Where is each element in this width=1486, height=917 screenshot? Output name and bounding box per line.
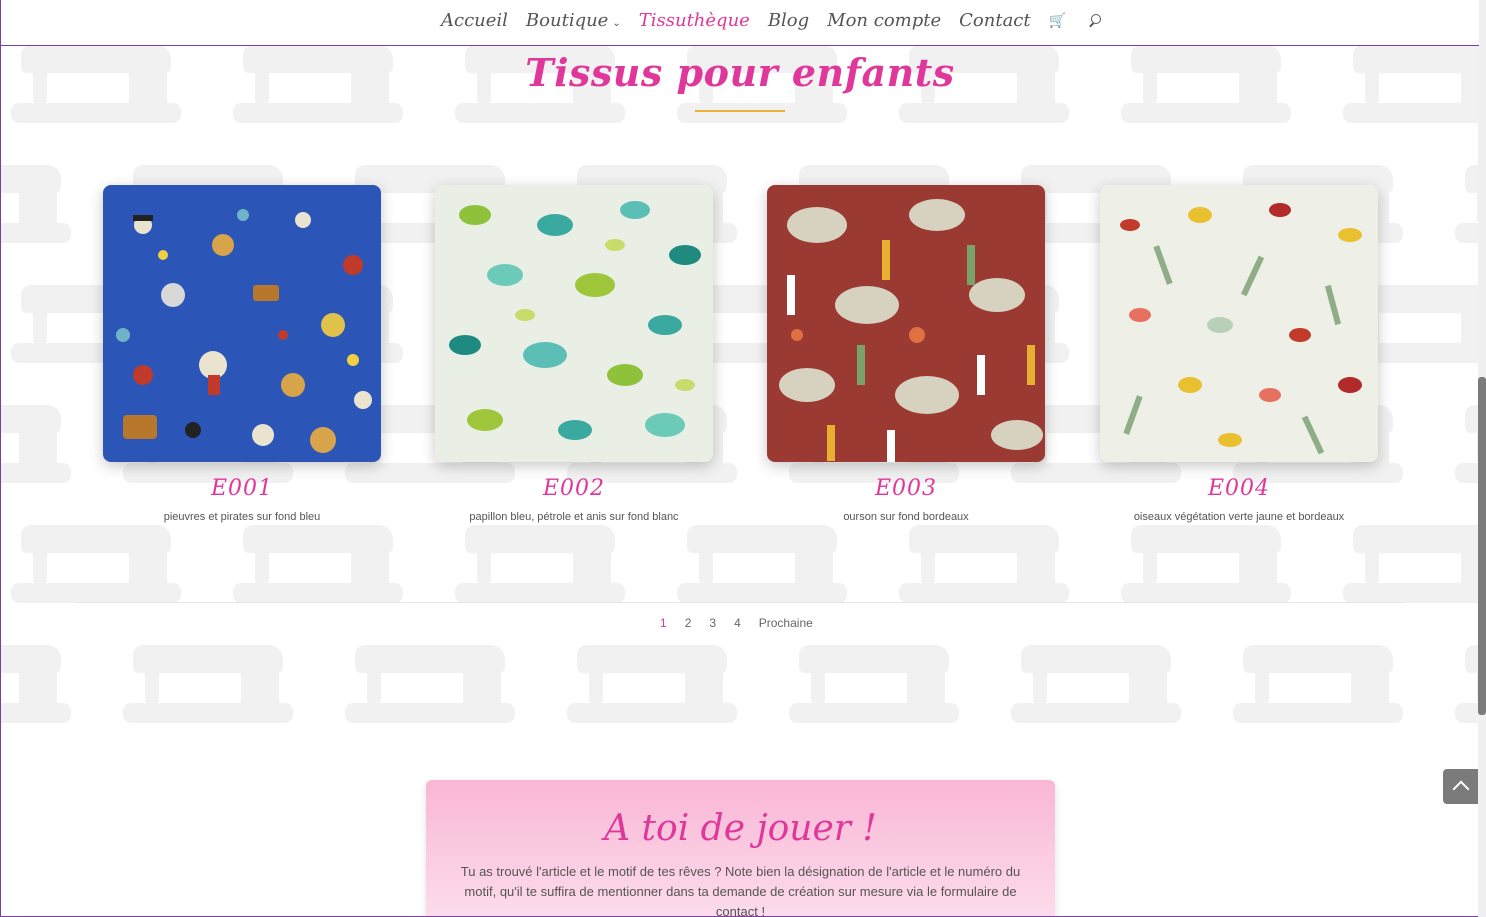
back-to-top-button[interactable] (1443, 769, 1479, 804)
product-image-oiseaux[interactable] (1100, 185, 1378, 462)
nav-item-contact[interactable]: Contact (959, 10, 1030, 31)
product-card[interactable]: E004 oiseaux végétation verte jaune et b… (1100, 185, 1378, 523)
product-code[interactable]: E004 (1100, 476, 1378, 501)
cta-box: A toi de jouer ! Tu as trouvé l'article … (426, 780, 1055, 917)
sewing-machine-pattern (1, 165, 71, 245)
cta-text: Tu as trouvé l'article et le motif de te… (460, 864, 1021, 917)
chevron-up-icon (1452, 780, 1470, 798)
page-link-1[interactable]: 1 (660, 616, 667, 630)
sewing-machine-pattern (233, 525, 403, 605)
pagination: 1 2 3 4 Prochaine (652, 613, 823, 633)
page-link-4[interactable]: 4 (734, 616, 741, 630)
sewing-machine-pattern (899, 525, 1069, 605)
sewing-machine-pattern (345, 645, 515, 725)
nav-item-blog[interactable]: Blog (768, 10, 809, 31)
nav-item-tissutheque[interactable]: Tissuthèque (639, 10, 750, 31)
product-image-ourson[interactable] (767, 185, 1045, 462)
product-code[interactable]: E002 (435, 476, 713, 501)
sewing-machine-pattern (1, 405, 71, 485)
page-link-2[interactable]: 2 (685, 616, 692, 630)
product-description: oiseaux végétation verte jaune et bordea… (1133, 511, 1345, 523)
product-description: ourson sur fond bordeaux (843, 511, 969, 523)
sewing-machine-pattern (455, 525, 625, 605)
sewing-machine-pattern (1011, 645, 1181, 725)
title-underline (695, 110, 785, 112)
nav-item-boutique[interactable]: Boutique ⌄ (526, 10, 621, 31)
sewing-machine-pattern (123, 645, 293, 725)
product-card[interactable]: E003 ourson sur fond bordeaux (767, 185, 1045, 523)
product-image-pirates[interactable] (103, 185, 381, 462)
sewing-machine-pattern (1455, 165, 1479, 245)
cart-icon[interactable]: 🛒 (1049, 13, 1066, 29)
product-card[interactable]: E002 papillon bleu, pétrole et anis sur … (435, 185, 713, 523)
search-icon[interactable] (1088, 13, 1102, 28)
sewing-machine-pattern (11, 525, 181, 605)
sewing-machine-pattern (789, 645, 959, 725)
section-title: Tissus pour enfants (525, 50, 955, 95)
sewing-machine-pattern (1343, 525, 1479, 605)
cta-title: A toi de jouer ! (604, 808, 877, 849)
product-image-papillons[interactable] (435, 185, 713, 462)
sewing-machine-pattern (1121, 525, 1291, 605)
page-link-3[interactable]: 3 (709, 616, 716, 630)
sewing-machine-pattern (1455, 405, 1479, 485)
sewing-machine-pattern (677, 525, 847, 605)
nav-item-boutique-label: Boutique (525, 10, 609, 31)
nav-item-mon-compte[interactable]: Mon compte (827, 10, 941, 31)
scrollbar-thumb[interactable] (1478, 377, 1486, 715)
chevron-down-icon: ⌄ (612, 18, 621, 29)
product-description: pieuvres et pirates sur fond bleu (163, 511, 321, 523)
product-code[interactable]: E001 (103, 476, 381, 501)
sewing-machine-pattern (1, 645, 71, 725)
product-code[interactable]: E003 (767, 476, 1045, 501)
product-card[interactable]: E001 pieuvres et pirates sur fond bleu (103, 185, 381, 523)
sewing-machine-pattern (1455, 645, 1479, 725)
sewing-machine-pattern (1233, 645, 1403, 725)
main-nav: Accueil Boutique ⌄ Tissuthèque Blog Mon c… (1, 0, 1479, 46)
product-description: papillon bleu, pétrole et anis sur fond … (469, 511, 679, 523)
divider (76, 602, 1404, 603)
next-page-link[interactable]: Prochaine (759, 616, 813, 630)
sewing-machine-pattern (567, 645, 737, 725)
page-frame: Accueil Boutique ⌄ Tissuthèque Blog Mon c… (0, 0, 1486, 917)
nav-item-accueil[interactable]: Accueil (441, 10, 508, 31)
